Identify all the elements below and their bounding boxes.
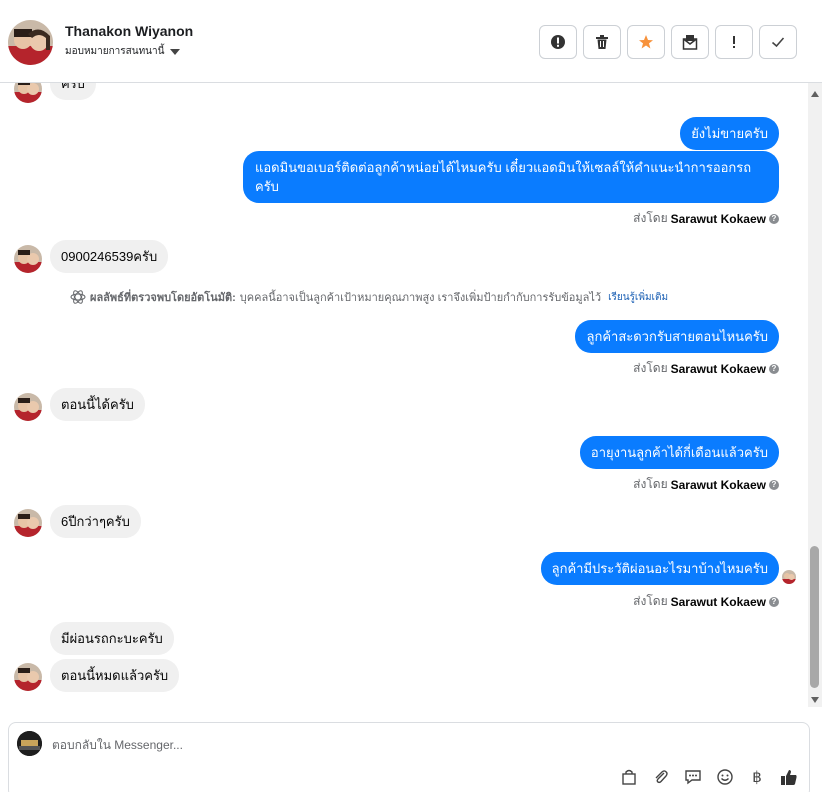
sent-by-label: ส่งโดย Sarawut Kokaew?: [633, 475, 779, 494]
spam-icon: [551, 35, 565, 49]
seen-receipt-avatar: [782, 570, 796, 584]
emoji-icon[interactable]: [715, 767, 735, 787]
sent-by-label: ส่งโดย Sarawut Kokaew?: [633, 209, 779, 228]
help-icon[interactable]: ?: [769, 363, 779, 374]
delete-button[interactable]: [583, 25, 621, 59]
help-icon[interactable]: ?: [769, 596, 779, 607]
message-incoming[interactable]: มีผ่อนรถกะบะครับ: [50, 622, 174, 655]
scrollbar[interactable]: [808, 83, 822, 707]
attach-icon[interactable]: [651, 767, 671, 787]
spam-button[interactable]: [539, 25, 577, 59]
message-incoming[interactable]: 6ปีกว่าๆครับ: [50, 505, 141, 538]
assign-label: มอบหมายการสนทนานี้: [65, 46, 165, 57]
auto-detection-notice: ผลลัพธ์ที่ตรวจพบโดยอัตโนมัติ: บุคคลนี้อา…: [70, 288, 668, 306]
star-button[interactable]: [627, 25, 665, 59]
conversation-header: Thanakon Wiyanon มอบหมายการสนทนานี้: [0, 0, 822, 83]
assign-conversation-dropdown[interactable]: มอบหมายการสนทนานี้: [65, 44, 181, 59]
saved-reply-icon[interactable]: [683, 767, 703, 787]
customer-avatar-small: [14, 509, 42, 537]
scroll-up-arrow-icon[interactable]: [811, 91, 819, 97]
sent-by-label: ส่งโดย Sarawut Kokaew?: [633, 592, 779, 611]
baht-icon[interactable]: ฿: [747, 767, 767, 787]
customer-avatar-small: [14, 83, 42, 103]
mark-unread-button[interactable]: [671, 25, 709, 59]
flag-icon: [733, 36, 735, 48]
mark-unread-icon: [682, 35, 698, 50]
message-outgoing[interactable]: ยังไม่ขายครับ: [680, 117, 779, 150]
conversation-toolbar: [539, 25, 797, 59]
customer-avatar[interactable]: [8, 20, 53, 65]
scroll-down-arrow-icon[interactable]: [811, 697, 819, 703]
star-icon: [639, 35, 653, 49]
learn-more-link[interactable]: เรียนรู้เพิ่มเติม: [608, 290, 668, 305]
help-icon[interactable]: ?: [769, 213, 779, 224]
message-incoming[interactable]: ตอนนี้หมดแล้วครับ: [50, 659, 180, 692]
scrollbar-thumb[interactable]: [810, 546, 819, 688]
sent-by-label: ส่งโดย Sarawut Kokaew?: [633, 359, 779, 378]
message-outgoing[interactable]: ลูกค้ามีประวัติผ่อนอะไรมาบ้างไหมครับ: [540, 552, 779, 585]
message-incoming[interactable]: 0900246539ครับ: [50, 240, 169, 273]
message-outgoing[interactable]: ลูกค้าสะดวกรับสายตอนไหนครับ: [575, 320, 779, 353]
customer-avatar-small: [14, 393, 42, 421]
message-incoming[interactable]: ครับ: [50, 83, 96, 100]
like-icon[interactable]: [779, 767, 799, 787]
message-thread: ครับ ยังไม่ขายครับ แอดมินขอเบอร์ติดต่อลู…: [0, 83, 808, 707]
done-icon: [771, 37, 785, 48]
help-icon[interactable]: ?: [769, 479, 779, 490]
page-avatar: [17, 731, 42, 756]
message-outgoing[interactable]: อายุงานลูกค้าได้กี่เดือนแล้วครับ: [579, 436, 779, 469]
message-outgoing[interactable]: แอดมินขอเบอร์ติดต่อลูกค้าหน่อยได้ไหมครับ…: [243, 151, 779, 203]
caret-down-icon: [170, 48, 181, 55]
customer-avatar-small: [14, 245, 42, 273]
customer-avatar-small: [14, 663, 42, 691]
atom-icon: [70, 290, 86, 304]
composer-tools: ฿: [619, 767, 799, 787]
customer-name: Thanakon Wiyanon: [65, 23, 194, 39]
done-button[interactable]: [759, 25, 797, 59]
flag-button[interactable]: [715, 25, 753, 59]
reply-composer: ฿: [8, 722, 810, 792]
message-incoming[interactable]: ตอนนี้ได้ครับ: [50, 388, 145, 421]
bag-icon[interactable]: [619, 767, 639, 787]
reply-input[interactable]: [52, 735, 772, 755]
trash-icon: [596, 35, 608, 49]
